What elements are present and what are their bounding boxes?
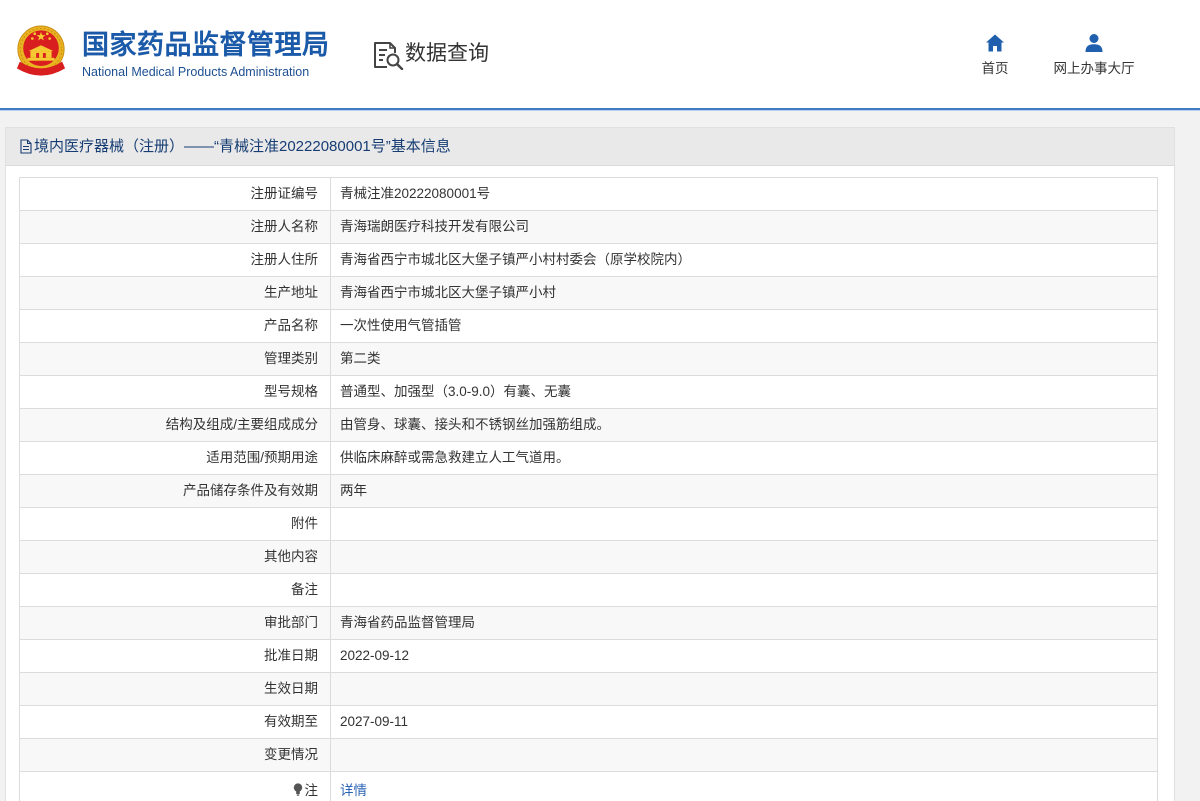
data-query-heading: 数据查询 [372, 38, 497, 72]
national-emblem-logo [16, 25, 66, 76]
field-value [331, 673, 1157, 705]
data-query-icon [374, 42, 404, 70]
field-value: 青海瑞朗医疗科技开发有限公司 [340, 219, 529, 234]
field-value: 2022-09-12 [340, 648, 410, 663]
field-label: 批准日期 [20, 640, 331, 672]
field-label: 注 [20, 772, 331, 801]
table-row: 型号规格 普通型、加强型（3.0-9.0）有囊、无囊 [20, 376, 1157, 409]
site-logo-link[interactable]: 国家药品监督管理局 National Medical Products Admi… [10, 20, 340, 86]
field-label: 有效期至 [20, 706, 331, 738]
field-label: 适用范围/预期用途 [20, 442, 331, 474]
site-title-english: National Medical Products Administration [82, 65, 310, 79]
table-row: 注册人名称 青海瑞朗医疗科技开发有限公司 [20, 211, 1157, 244]
table-row: 管理类别 第二类 [20, 343, 1157, 376]
field-label: 结构及组成/主要组成成分 [20, 409, 331, 441]
field-label: 其他内容 [20, 541, 331, 573]
table-row: 产品储存条件及有效期 两年 [20, 475, 1157, 508]
table-row: 附件 [20, 508, 1157, 541]
nav-online-service-hall[interactable]: 网上办事大厅 [1049, 33, 1139, 78]
field-value: 一次性使用气管插管 [340, 318, 462, 333]
table-row: 产品名称 一次性使用气管插管 [20, 310, 1157, 343]
nav-home-label: 首页 [981, 61, 1009, 76]
field-value: 青械注准20222080001号 [340, 186, 491, 201]
table-row: 生产地址 青海省西宁市城北区大堡子镇严小村 [20, 277, 1157, 310]
field-label: 审批部门 [20, 607, 331, 639]
table-row: 注 详情 [20, 772, 1157, 801]
field-value [331, 541, 1157, 573]
table-row: 审批部门 青海省药品监督管理局 [20, 607, 1157, 640]
field-label: 注册人住所 [20, 244, 331, 276]
detail-panel: 境内医疗器械（注册）——“青械注准20222080001号”基本信息 注册证编号… [5, 127, 1175, 801]
user-icon [1085, 34, 1103, 52]
field-value: 详情 [331, 772, 1157, 801]
field-label: 生效日期 [20, 673, 331, 705]
field-value: 普通型、加强型（3.0-9.0）有囊、无囊 [340, 384, 572, 399]
field-value: 由管身、球囊、接头和不锈钢丝加强筋组成。 [340, 417, 610, 432]
field-label: 产品储存条件及有效期 [20, 475, 331, 507]
table-row: 生效日期 [20, 673, 1157, 706]
panel-title: 境内医疗器械（注册）——“青械注准20222080001号”基本信息 [34, 138, 451, 155]
panel-title-bar: 境内医疗器械（注册）——“青械注准20222080001号”基本信息 [6, 128, 1174, 166]
table-row: 变更情况 [20, 739, 1157, 772]
field-value: 两年 [340, 483, 367, 498]
table-row: 批准日期 2022-09-12 [20, 640, 1157, 673]
site-header: 国家药品监督管理局 National Medical Products Admi… [0, 0, 1200, 108]
nav-home[interactable]: 首页 [975, 33, 1015, 78]
field-value [331, 574, 1157, 606]
table-row: 结构及组成/主要组成成分 由管身、球囊、接头和不锈钢丝加强筋组成。 [20, 409, 1157, 442]
table-row: 其他内容 [20, 541, 1157, 574]
field-label: 注册人名称 [20, 211, 331, 243]
field-label: 变更情况 [20, 739, 331, 771]
field-value: 青海省药品监督管理局 [340, 615, 475, 630]
table-row: 注册人住所 青海省西宁市城北区大堡子镇严小村村委会（原学校院内） [20, 244, 1157, 277]
field-label: 备注 [20, 574, 331, 606]
data-query-label: 数据查询 [405, 42, 489, 65]
field-label: 管理类别 [20, 343, 331, 375]
home-icon [986, 34, 1004, 52]
field-label: 附件 [20, 508, 331, 540]
field-value [331, 508, 1157, 540]
table-row: 注册证编号 青械注准20222080001号 [20, 178, 1157, 211]
header-divider [0, 108, 1200, 110]
field-label: 产品名称 [20, 310, 331, 342]
field-value [331, 739, 1157, 771]
field-value: 青海省西宁市城北区大堡子镇严小村 [340, 285, 556, 300]
site-title: 国家药品监督管理局 [82, 30, 330, 60]
field-value: 2027-09-11 [340, 714, 409, 729]
field-value: 第二类 [340, 351, 381, 366]
note-label: 注 [304, 783, 319, 798]
field-label: 注册证编号 [20, 178, 331, 210]
field-value: 青海省西宁市城北区大堡子镇严小村村委会（原学校院内） [340, 252, 691, 267]
table-row: 备注 [20, 574, 1157, 607]
table-row: 适用范围/预期用途 供临床麻醉或需急救建立人工气道用。 [20, 442, 1157, 475]
details-link[interactable]: 详情 [340, 783, 367, 798]
document-icon [20, 139, 32, 154]
table-row: 有效期至 2027-09-11 [20, 706, 1157, 739]
field-label: 型号规格 [20, 376, 331, 408]
field-label: 生产地址 [20, 277, 331, 309]
nav-online-service-hall-label: 网上办事大厅 [1053, 61, 1135, 76]
field-value: 供临床麻醉或需急救建立人工气道用。 [340, 450, 570, 465]
detail-table: 注册证编号 青械注准20222080001号 注册人名称 青海瑞朗医疗科技开发有… [19, 177, 1158, 801]
bulb-icon [293, 783, 302, 796]
